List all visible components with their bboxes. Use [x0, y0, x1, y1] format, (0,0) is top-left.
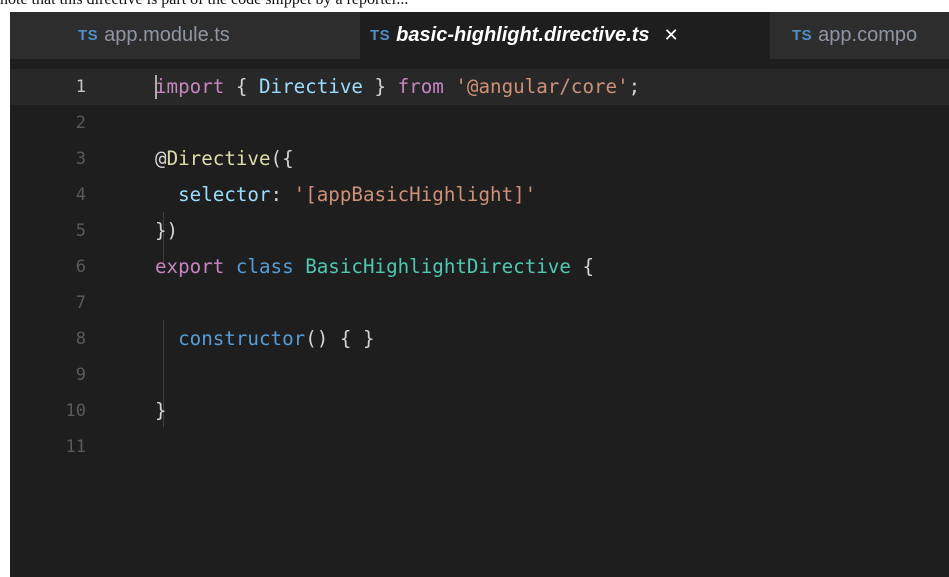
- typescript-file-icon: TS: [792, 27, 813, 44]
- page-snippet-text: note that this directive is part of the …: [0, 0, 408, 9]
- text-cursor: [155, 75, 157, 99]
- tab-app-component[interactable]: TS app.compo: [770, 12, 949, 59]
- line-number: 7: [75, 293, 86, 313]
- code-token: }: [362, 75, 398, 98]
- code-token: ;: [628, 75, 641, 98]
- line-number: 2: [75, 113, 86, 133]
- code-text: @Directive({: [155, 141, 294, 177]
- code-text: import { Directive } from '@angular/core…: [155, 69, 640, 105]
- code-token: }: [155, 399, 167, 422]
- tab-bar: TS app.module.ts TS basic-highlight.dire…: [10, 12, 949, 59]
- code-line[interactable]: 10}: [10, 393, 949, 429]
- code-token: :: [270, 183, 294, 206]
- code-line[interactable]: 8 constructor() { }: [10, 321, 949, 357]
- code-text: constructor() { }: [155, 321, 375, 357]
- code-line[interactable]: 6 export class BasicHighlightDirective {: [10, 249, 949, 285]
- code-text: export class BasicHighlightDirective {: [155, 249, 594, 285]
- code-editor[interactable]: TS app.module.ts TS basic-highlight.dire…: [10, 12, 949, 577]
- code-token: Directive: [258, 75, 363, 98]
- code-line[interactable]: 2: [10, 105, 949, 141]
- line-number: 3: [75, 149, 86, 169]
- code-token: from: [397, 75, 444, 98]
- tab-app-module[interactable]: TS app.module.ts: [10, 12, 360, 59]
- code-token: '@angular/core': [455, 75, 629, 98]
- code-token: export: [155, 255, 225, 278]
- code-token: {: [570, 255, 595, 278]
- line-number: 10: [65, 401, 86, 421]
- code-area[interactable]: 1 import { Directive } from '@angular/cor…: [10, 59, 949, 577]
- code-text: }: [155, 393, 167, 429]
- line-number: 1: [75, 77, 86, 97]
- code-token: import: [155, 75, 225, 98]
- tab-label: app.module.ts: [104, 24, 230, 46]
- code-line[interactable]: 3 @Directive({: [10, 141, 949, 177]
- code-line[interactable]: 1 import { Directive } from '@angular/cor…: [10, 69, 949, 105]
- code-token: @: [155, 147, 167, 170]
- code-text: selector: '[appBasicHighlight]': [155, 177, 536, 213]
- code-line[interactable]: 9: [10, 357, 949, 393]
- code-token: BasicHighlightDirective: [305, 255, 571, 278]
- line-number: 9: [75, 365, 86, 385]
- code-token: '[appBasicHighlight]': [293, 183, 537, 206]
- code-token: }): [155, 219, 179, 242]
- typescript-file-icon: TS: [78, 27, 99, 44]
- code-token: ({: [270, 147, 294, 170]
- code-token: {: [224, 75, 259, 98]
- line-number: 8: [75, 329, 86, 349]
- close-icon[interactable]: ✕: [664, 25, 679, 46]
- tab-label: app.compo: [818, 24, 918, 46]
- code-line[interactable]: 7: [10, 285, 949, 321]
- code-text: }): [155, 213, 178, 249]
- code-line[interactable]: 4 selector: '[appBasicHighlight]': [10, 177, 949, 213]
- code-token: Directive: [166, 147, 271, 170]
- tab-basic-highlight-directive[interactable]: TS basic-highlight.directive.ts ✕: [360, 12, 770, 59]
- line-number: 5: [75, 221, 86, 241]
- tab-label: basic-highlight.directive.ts: [396, 24, 650, 46]
- line-number: 11: [65, 437, 86, 457]
- code-line[interactable]: 5}): [10, 213, 949, 249]
- code-token: constructor: [155, 327, 306, 350]
- code-line[interactable]: 11: [10, 429, 949, 465]
- line-number: 6: [75, 257, 86, 277]
- typescript-file-icon: TS: [370, 27, 391, 44]
- line-number: 4: [75, 185, 86, 205]
- code-token: () { }: [305, 327, 375, 350]
- code-token: class: [235, 255, 294, 278]
- code-token: selector: [155, 183, 271, 206]
